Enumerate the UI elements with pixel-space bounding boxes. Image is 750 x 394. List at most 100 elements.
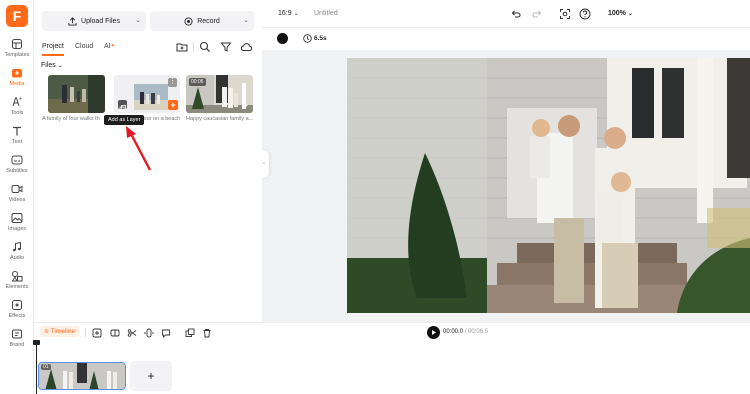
left-rail: F Templates Media Tools Text Subtitles Videos… — [0, 0, 34, 394]
record-icon — [184, 16, 193, 26]
playhead-handle[interactable] — [33, 340, 40, 345]
toolbar-divider — [85, 328, 86, 337]
media-thumb-2[interactable]: ⋮ + — [114, 75, 180, 113]
playback-time: 00:00.0 / 00:06.5 — [443, 329, 488, 335]
upload-files-label: Upload Files — [81, 17, 120, 25]
annotation-arrow — [126, 126, 152, 171]
add-clip-button[interactable]: + — [130, 361, 172, 391]
app-logo[interactable]: F — [6, 5, 28, 27]
total-time: 00:06.5 — [468, 329, 489, 335]
duration-badge: 00:06 — [189, 78, 206, 86]
sidebar-item-videos[interactable]: Videos — [0, 183, 34, 211]
zoom-select[interactable]: 100% ⌄ — [608, 10, 633, 17]
images-icon — [11, 213, 23, 223]
sidebar-item-brand[interactable]: Brand — [0, 328, 34, 356]
aspect-ratio-select[interactable]: 16:9 ⌄ — [278, 10, 299, 17]
audio-detach-icon[interactable] — [144, 328, 154, 338]
audio-icon — [13, 241, 21, 252]
redo-icon[interactable] — [532, 9, 543, 20]
sidebar-item-tools[interactable]: Tools — [0, 96, 34, 124]
media-thumb-3[interactable]: 00:06 — [186, 75, 253, 113]
elements-icon — [11, 271, 23, 282]
aspect-ratio-value: 16:9 — [278, 10, 292, 17]
sidebar-item-effects[interactable]: Effects — [0, 299, 34, 327]
media-icon — [12, 69, 22, 78]
duration-setting[interactable]: 6.5s — [314, 35, 327, 42]
upload-files-button[interactable]: Upload Files ⌄ — [42, 11, 146, 31]
toolbar-divider — [193, 42, 194, 52]
background-color-swatch[interactable] — [277, 33, 288, 44]
collapse-panel-handle[interactable]: ‹ — [259, 150, 269, 178]
sidebar-item-label: Text — [11, 139, 23, 145]
play-button[interactable] — [427, 326, 440, 339]
project-title[interactable]: Untitled — [314, 10, 338, 17]
delete-icon[interactable] — [202, 328, 212, 338]
sidebar-item-audio[interactable]: Audio — [0, 241, 34, 269]
undo-icon[interactable] — [510, 9, 521, 20]
sidebar-item-subtitles[interactable]: Subtitles — [0, 154, 34, 182]
videos-icon — [11, 185, 23, 193]
chevron-down-icon: ⌄ — [293, 11, 299, 17]
screenshot-icon[interactable] — [559, 8, 571, 20]
clip-thumbnails — [39, 363, 125, 389]
tab-cloud[interactable]: Cloud — [75, 43, 93, 50]
help-icon[interactable] — [579, 8, 591, 20]
tab-project[interactable]: Project — [42, 43, 64, 56]
sidebar-item-label: Subtitles — [6, 168, 28, 174]
files-section-header[interactable]: Files ⌄ — [41, 62, 63, 69]
canvas-photo[interactable] — [347, 58, 750, 313]
thumbnail-image — [48, 75, 105, 113]
timeline-clip[interactable]: 01 — [38, 362, 126, 390]
brand-icon — [12, 329, 22, 339]
media-caption-2: four on a beach — [142, 116, 181, 122]
chevron-down-icon: ⌄ — [243, 17, 249, 24]
add-to-timeline-button[interactable]: + — [168, 100, 178, 110]
sidebar-item-label: Templates — [4, 52, 30, 58]
editor-subbar: 6.5s — [262, 28, 750, 50]
sidebar-item-images[interactable]: Images — [0, 212, 34, 240]
timeline-toggle[interactable]: ≋ Timeline — [40, 326, 80, 337]
family-photo — [347, 58, 750, 313]
ai-tools-icon — [12, 97, 22, 107]
sparkle-icon: ✦ — [110, 43, 115, 49]
duplicate-icon[interactable] — [185, 328, 195, 338]
cloud-icon[interactable] — [239, 40, 253, 54]
playhead[interactable] — [36, 343, 37, 394]
tab-ai[interactable]: AI✦ — [104, 43, 115, 50]
add-as-layer-button[interactable] — [118, 100, 127, 112]
editor-topbar: 16:9 ⌄ Untitled 100% ⌄ — [262, 0, 750, 28]
timeline-label: Timeline — [50, 328, 76, 335]
sidebar-item-label: Media — [9, 81, 25, 87]
sidebar-item-text[interactable]: Text — [0, 125, 34, 153]
files-label: Files — [41, 62, 56, 69]
search-icon[interactable] — [198, 40, 212, 54]
add-track-icon[interactable] — [92, 328, 102, 338]
split-icon[interactable] — [110, 328, 120, 338]
sidebar-item-label: Audio — [9, 255, 25, 261]
sidebar-item-label: Effects — [8, 313, 26, 319]
sidebar-item-label: Images — [7, 226, 27, 232]
sidebar-item-media[interactable]: Media — [0, 67, 34, 95]
clock-icon — [303, 34, 312, 43]
record-button[interactable]: Record ⌄ — [150, 11, 254, 31]
sidebar-item-templates[interactable]: Templates — [0, 38, 34, 66]
current-time: 00:00.0 — [443, 329, 464, 335]
media-thumb-1[interactable] — [48, 75, 105, 113]
more-options-icon[interactable]: ⋮ — [168, 78, 177, 87]
text-icon — [13, 126, 21, 136]
caption-icon[interactable] — [161, 328, 171, 338]
sidebar-item-label: Brand — [9, 342, 25, 348]
subtitles-icon — [11, 155, 23, 165]
layer-icon — [119, 105, 126, 112]
zoom-value: 100% — [608, 10, 626, 17]
checkmark-icon — [242, 104, 248, 109]
sidebar-item-elements[interactable]: Elements — [0, 270, 34, 298]
record-label: Record — [197, 17, 220, 25]
scissors-icon[interactable] — [127, 328, 137, 338]
new-folder-icon[interactable] — [175, 40, 189, 54]
templates-icon — [12, 39, 22, 49]
filter-icon[interactable] — [219, 40, 233, 54]
sidebar-item-label: Tools — [10, 110, 24, 116]
chevron-down-icon: ⌄ — [135, 17, 141, 24]
time-separator: / — [464, 329, 467, 335]
